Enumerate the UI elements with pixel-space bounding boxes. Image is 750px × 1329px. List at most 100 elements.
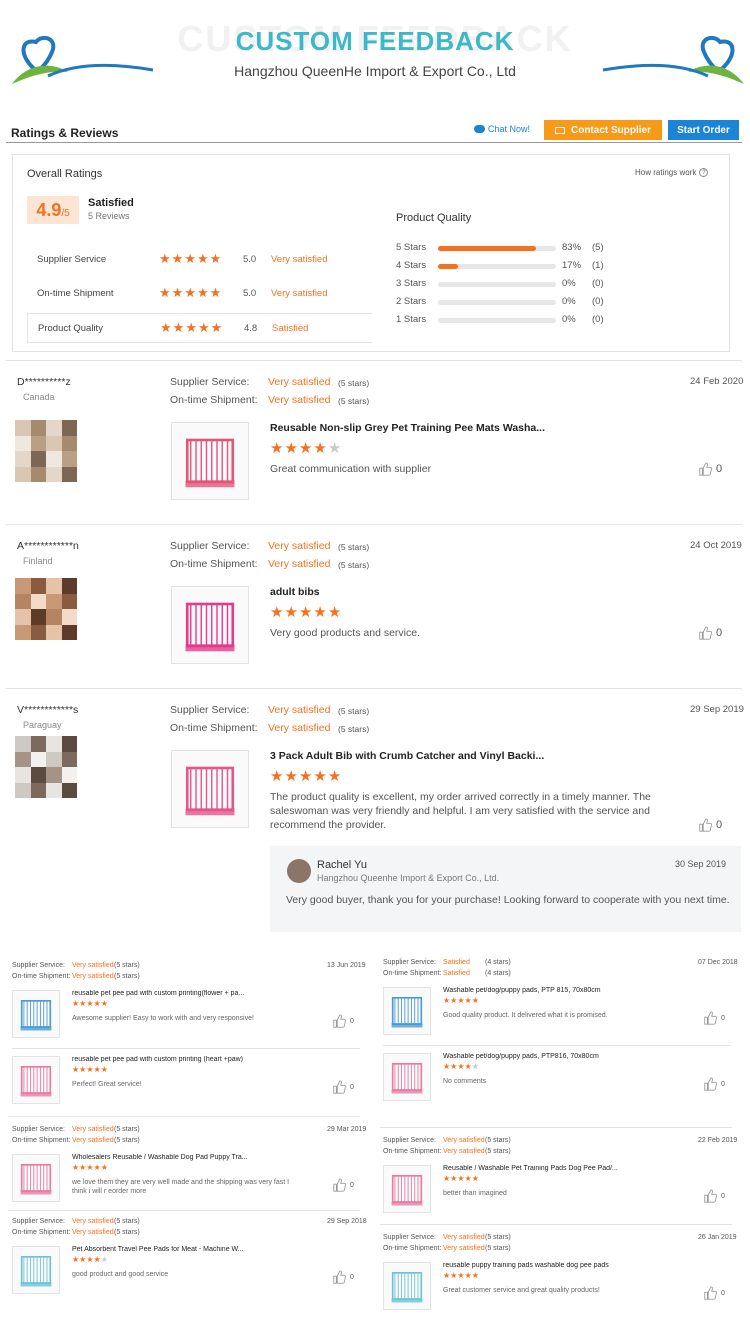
review-date: 29 Sep 2019 bbox=[690, 704, 744, 715]
seller-reply: Rachel Yu Hangzhou Queenhe Import & Expo… bbox=[270, 846, 741, 932]
product-thumbnail[interactable] bbox=[171, 586, 249, 664]
supplier-service-value: Very satisfied bbox=[268, 376, 331, 388]
ontime-shipment-stars: (5 stars) bbox=[338, 560, 370, 570]
like-button[interactable]: 0 bbox=[332, 1080, 354, 1094]
star-rating: ★ ★ ★ ★ ★ bbox=[270, 769, 341, 784]
product-thumbnail[interactable] bbox=[171, 422, 249, 500]
product-thumbnail[interactable] bbox=[383, 1053, 431, 1101]
product-thumbnail[interactable] bbox=[12, 1154, 60, 1202]
contact-supplier-button[interactable]: Contact Supplier bbox=[544, 120, 662, 140]
star-icon: ★ bbox=[464, 1174, 472, 1183]
star-rating: ★ ★ ★ ★ ★ bbox=[443, 1063, 479, 1071]
product-thumbnail[interactable] bbox=[12, 1246, 60, 1294]
star-icon: ★ bbox=[313, 768, 327, 785]
like-button[interactable]: 0 bbox=[332, 1178, 354, 1192]
like-button[interactable]: 0 bbox=[332, 1270, 354, 1284]
product-title[interactable]: Pet Absorbent Travel Pee Pads for Meat -… bbox=[72, 1246, 302, 1253]
product-title[interactable]: Wholesalers Reusable / Washable Dog Pad … bbox=[72, 1154, 302, 1161]
review-item: V************s Paraguay Supplier Service: V… bbox=[0, 700, 750, 860]
product-title[interactable]: Washable pet/dog/puppy pads, PTP 815, 70… bbox=[443, 987, 673, 994]
thumbs-up-icon bbox=[333, 1080, 346, 1094]
product-thumbnail[interactable] bbox=[12, 990, 60, 1038]
star-icon: ★ bbox=[313, 604, 327, 621]
star-rating: ★ ★ ★ ★ ★ bbox=[72, 1066, 108, 1074]
product-title[interactable]: reusable pet pee pad with custom printin… bbox=[72, 1056, 302, 1063]
reviewer-name: A************n bbox=[17, 540, 79, 552]
like-button[interactable]: 0 bbox=[703, 1286, 725, 1300]
supplier-service-stars: (5 stars) bbox=[114, 1126, 140, 1133]
product-thumbnail[interactable] bbox=[383, 1165, 431, 1213]
like-button[interactable]: 0 bbox=[698, 818, 722, 832]
star-icon: ★ bbox=[313, 440, 327, 457]
product-thumbnail[interactable] bbox=[12, 1056, 60, 1104]
review-comment: Awesome supplier! Easy to work with and … bbox=[72, 1015, 254, 1022]
star-icon: ★ bbox=[464, 996, 472, 1005]
how-ratings-link[interactable]: How ratings work ? bbox=[635, 168, 709, 177]
ontime-shipment-value: Very satisfied bbox=[268, 558, 331, 570]
avatar-pixel bbox=[61, 624, 77, 640]
review-item: D**********z Canada Supplier Service: Very … bbox=[0, 372, 750, 532]
supplier-service-value: Satisfied bbox=[443, 959, 470, 966]
star-rating: ★ ★ ★ ★ ★ bbox=[72, 1256, 108, 1264]
product-title[interactable]: adult bibs bbox=[270, 586, 320, 598]
avatar-pixel bbox=[30, 451, 46, 467]
rating-row-label: On-time Shipment bbox=[37, 288, 114, 299]
reviewer-name: D**********z bbox=[17, 376, 71, 388]
product-title[interactable]: reusable puppy training pads washable do… bbox=[443, 1262, 673, 1269]
panel-divider bbox=[6, 360, 742, 361]
thumbs-up-icon bbox=[333, 1270, 346, 1284]
like-button[interactable]: 0 bbox=[703, 1077, 725, 1091]
mini-group-divider bbox=[380, 1224, 732, 1225]
product-title[interactable]: Reusable Non-slip Grey Pet Training Pee … bbox=[270, 422, 545, 434]
star-rating: ★ ★ ★ ★ ★ bbox=[443, 1272, 479, 1280]
product-title[interactable]: reusable pet pee pad with custom printin… bbox=[72, 990, 302, 997]
like-count: 0 bbox=[350, 1181, 354, 1189]
product-cage-image bbox=[20, 1065, 52, 1097]
product-thumbnail[interactable] bbox=[171, 750, 249, 828]
review-comment: No comments bbox=[443, 1078, 487, 1085]
thumbs-up-icon bbox=[699, 626, 712, 640]
seller-name: Rachel Yu bbox=[317, 859, 367, 871]
product-title[interactable]: Washable pet/dog/puppy pads, PTP816, 70x… bbox=[443, 1053, 673, 1060]
like-button[interactable]: 0 bbox=[703, 1189, 725, 1203]
start-order-button[interactable]: Start Order bbox=[668, 120, 739, 140]
question-icon: ? bbox=[699, 168, 709, 177]
like-button[interactable]: 0 bbox=[698, 626, 722, 640]
star-icon: ★ bbox=[457, 1174, 465, 1183]
avatar-pixel bbox=[30, 624, 46, 640]
review-comment: Very good products and service. bbox=[270, 627, 421, 639]
avatar-pixel bbox=[30, 609, 46, 625]
reviewer-country: Finland bbox=[23, 556, 53, 566]
score-value: 4.9 bbox=[36, 200, 62, 220]
product-title[interactable]: 3 Pack Adult Bib with Crumb Catcher and … bbox=[270, 750, 544, 762]
product-thumbnail[interactable] bbox=[383, 1262, 431, 1310]
distribution-pct: 0% bbox=[562, 296, 576, 307]
chat-now-link[interactable]: Chat Now! bbox=[474, 124, 530, 134]
like-button[interactable]: 0 bbox=[332, 1014, 354, 1028]
like-count: 0 bbox=[716, 463, 723, 475]
avatar-pixel bbox=[15, 435, 31, 451]
review-divider bbox=[6, 688, 742, 689]
like-button[interactable]: 0 bbox=[698, 462, 722, 476]
distribution-label: 3 Stars bbox=[396, 278, 427, 289]
avatar-pixel bbox=[15, 736, 31, 752]
distribution-row: 5 Stars 83% (5) bbox=[396, 242, 626, 256]
product-thumbnail[interactable] bbox=[383, 987, 431, 1035]
reviewer-name: V************s bbox=[17, 704, 79, 716]
mini-group-divider bbox=[8, 1210, 360, 1211]
star-icon: ★ bbox=[86, 1255, 94, 1264]
star-icon: ★ bbox=[298, 768, 313, 785]
like-button[interactable]: 0 bbox=[703, 1011, 725, 1025]
star-icon: ★ bbox=[270, 440, 284, 457]
ontime-shipment-value: Very satisfied bbox=[72, 973, 114, 980]
star-icon: ★ bbox=[450, 1062, 458, 1071]
supplier-service-value: Very satisfied bbox=[268, 540, 331, 552]
star-icon: ★ bbox=[100, 1163, 108, 1172]
distribution-label: 2 Stars bbox=[396, 296, 427, 307]
reviewer-country: Canada bbox=[23, 392, 55, 402]
product-cage-image bbox=[391, 1271, 423, 1303]
product-title[interactable]: Reusable / Washable Pet Training Pads Do… bbox=[443, 1165, 673, 1172]
avatar-pixel bbox=[46, 466, 62, 482]
avatar-pixel bbox=[46, 624, 62, 640]
product-cage-image bbox=[20, 999, 52, 1031]
